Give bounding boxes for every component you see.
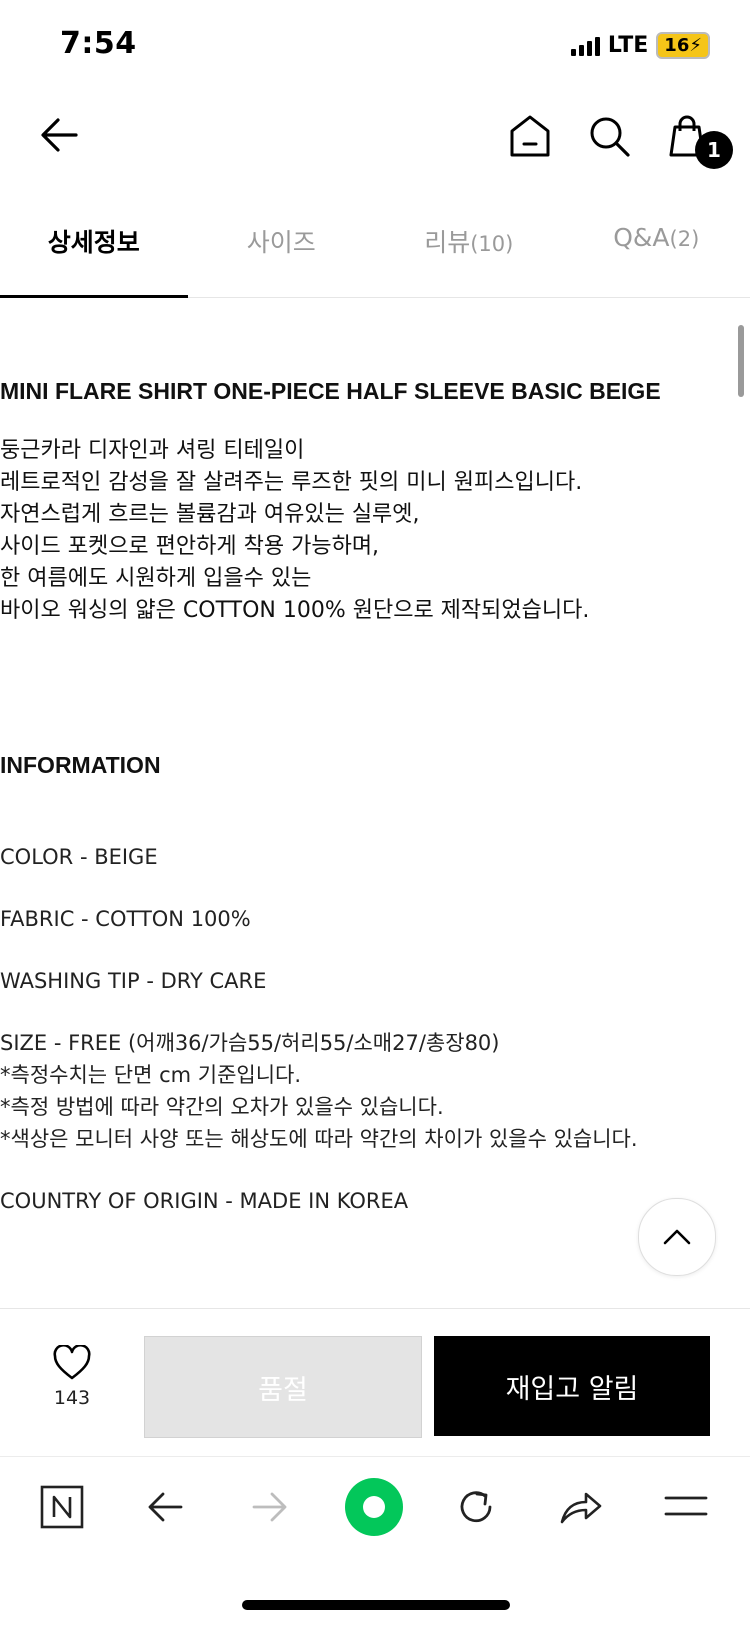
signal-icon [571,36,600,56]
description-line: 자연스럽게 흐르는 볼륨감과 여유있는 실루엣, [0,499,735,531]
description-line: 레트로적인 감성을 잘 살려주는 루즈한 핏의 미니 원피스입니다. [0,467,735,499]
description-line: 둥근카라 디자인과 셔링 티테일이 [0,435,735,467]
chevron-up-icon [662,1227,692,1247]
back-arrow-icon [145,1487,185,1527]
restock-notify-button[interactable]: 재입고 알림 [434,1336,710,1436]
tab-label: 상세정보 [48,228,140,257]
heart-icon [52,1345,92,1381]
naver-green-dot-button[interactable] [345,1478,403,1540]
tab-qna[interactable]: Q&A(2) [563,205,750,297]
forward-arrow-icon [250,1487,290,1527]
like-button[interactable]: 143 [40,1345,104,1409]
info-color: COLOR - BEIGE [0,841,735,873]
description-line: 한 여름에도 시원하게 입을수 있는 [0,563,735,595]
soldout-button[interactable]: 품절 [144,1336,422,1438]
scrollbar[interactable] [738,325,744,397]
product-title: MINI FLARE SHIRT ONE-PIECE HALF SLEEVE B… [0,378,735,405]
search-icon [588,115,632,159]
share-button[interactable] [558,1488,604,1530]
green-dot-icon [345,1478,403,1536]
hamburger-menu-icon [664,1492,708,1520]
tab-reviews[interactable]: 리뷰(10) [375,205,563,297]
information-heading: INFORMATION [0,752,735,779]
status-time: 7:54 [60,26,137,61]
search-button[interactable] [588,115,632,163]
info-fabric: FABRIC - COTTON 100% [0,903,735,935]
tab-count: (10) [470,232,513,256]
home-indicator [242,1600,510,1610]
menu-button[interactable] [664,1492,708,1524]
cart-button[interactable]: 1 [665,113,709,163]
tab-count: (2) [670,227,700,251]
network-label: LTE [608,33,648,58]
browser-back-button[interactable] [145,1487,185,1531]
battery-icon: 16⚡ [656,32,710,59]
info-note: *측정수치는 단면 cm 기준입니다. [0,1059,735,1091]
home-icon [508,113,552,159]
description-line: 사이드 포켓으로 편안하게 착용 가능하며, [0,531,735,563]
back-arrow-icon [38,113,82,157]
info-note: *측정 방법에 따라 약간의 오차가 있을수 있습니다. [0,1091,735,1123]
information-list: COLOR - BEIGE FABRIC - COTTON 100% WASHI… [0,841,735,1217]
description-line: 바이오 워싱의 얇은 COTTON 100% 원단으로 제작되었습니다. [0,595,735,627]
home-button[interactable] [508,113,552,163]
info-size: SIZE - FREE (어깨36/가슴55/허리55/소매27/총장80) [0,1027,735,1059]
battery-level: 16 [664,35,689,56]
product-description: 둥근카라 디자인과 셔링 티테일이 레트로적인 감성을 잘 살려주는 루즈한 핏… [0,435,735,627]
info-origin: COUNTRY OF ORIGIN - MADE IN KOREA [0,1185,735,1217]
detail-tabs: 상세정보 사이즈 리뷰(10) Q&A(2) [0,205,750,298]
info-washing: WASHING TIP - DRY CARE [0,965,735,997]
scroll-top-button[interactable] [638,1198,716,1276]
like-count: 143 [40,1387,104,1409]
naver-home-button[interactable] [40,1485,84,1533]
tab-details[interactable]: 상세정보 [0,205,188,297]
naver-n-icon [40,1485,84,1529]
tab-size[interactable]: 사이즈 [188,205,376,297]
product-detail-content: MINI FLARE SHIRT ONE-PIECE HALF SLEEVE B… [0,378,735,1217]
status-icons: LTE 16⚡ [571,32,710,59]
back-button[interactable] [38,113,82,161]
browser-forward-button[interactable] [250,1487,290,1531]
cart-count-badge: 1 [695,131,733,169]
refresh-button[interactable] [455,1486,497,1532]
tab-label: 사이즈 [247,228,316,257]
refresh-icon [455,1486,497,1528]
info-note: *색상은 모니터 사양 또는 해상도에 따라 약간의 차이가 있을수 있습니다. [0,1123,735,1155]
share-arrow-icon [558,1488,604,1526]
tab-label: Q&A [613,223,669,252]
tab-label: 리뷰 [424,228,470,257]
